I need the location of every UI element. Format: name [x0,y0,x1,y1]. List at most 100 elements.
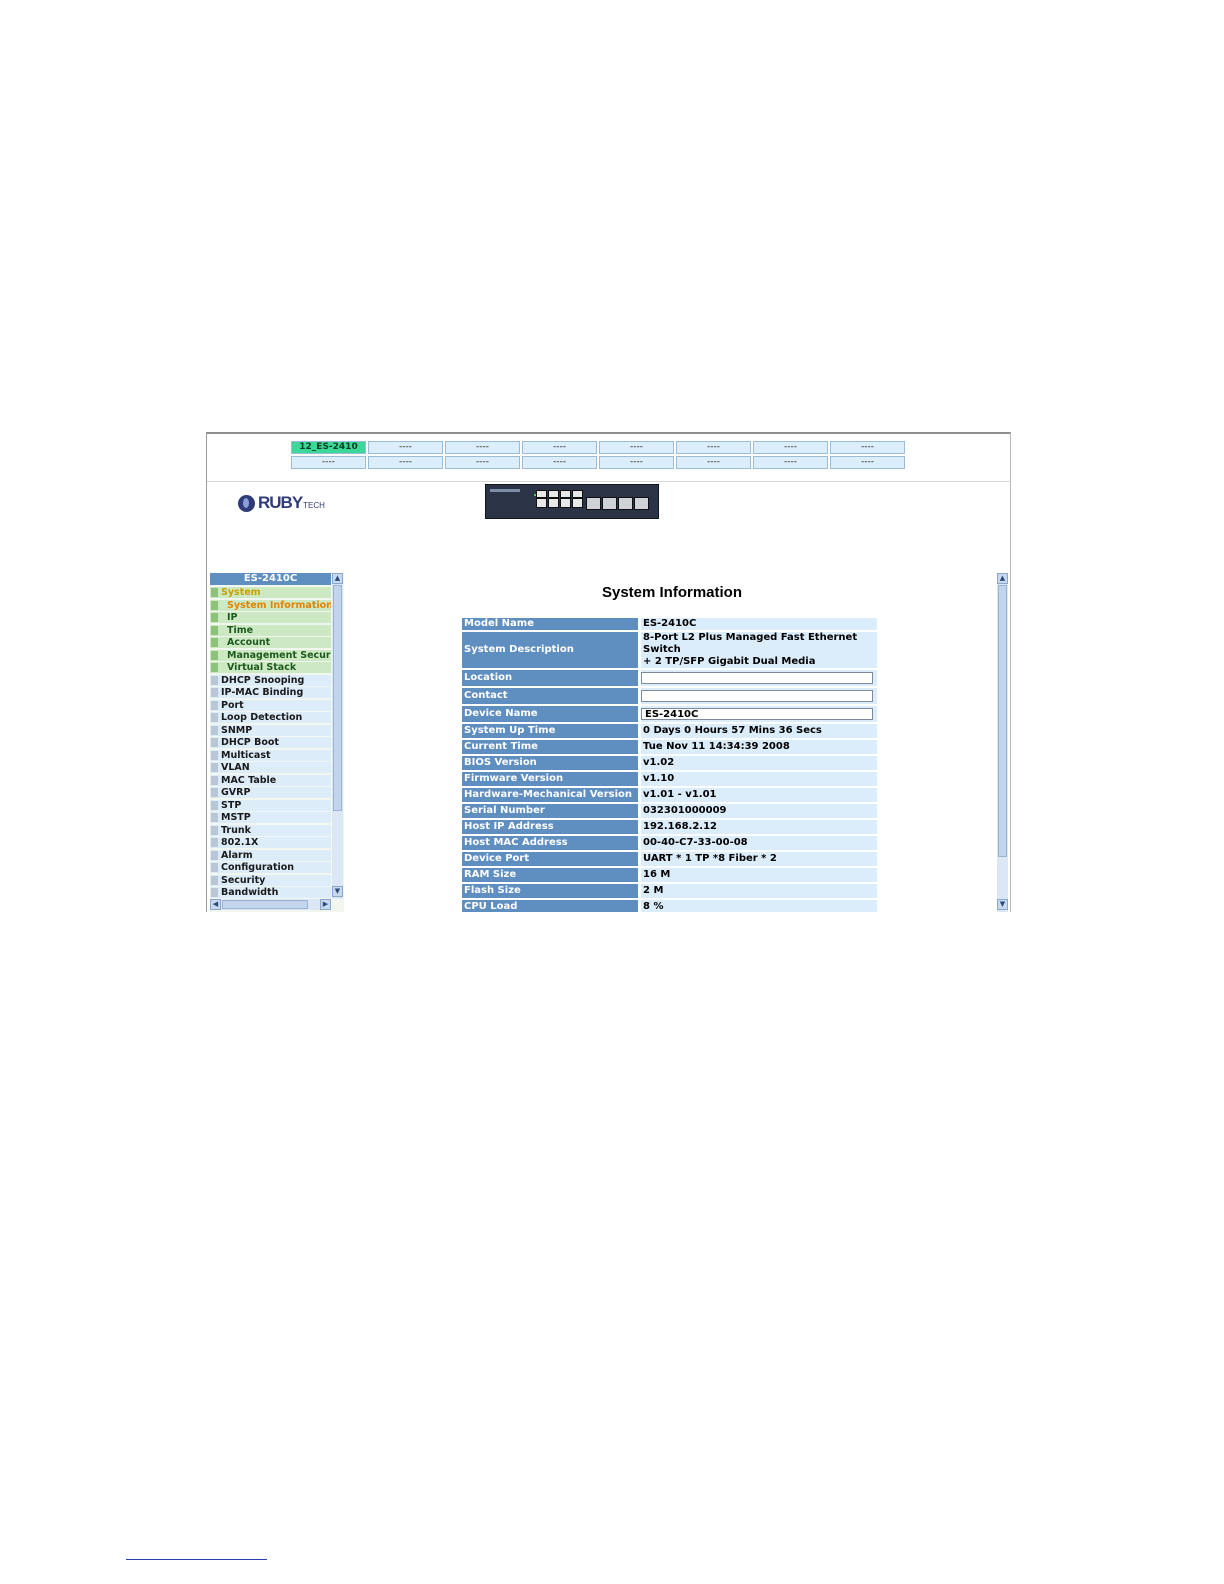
scroll-left-icon[interactable]: ◀ [210,899,221,910]
field-value: v1.10 [641,772,877,786]
sidebar-item-system[interactable]: System [210,587,331,598]
folder-icon [211,863,218,872]
sfp-port-icon[interactable] [586,497,601,510]
sidebar-item-multicast[interactable]: Multicast [210,750,331,761]
sidebar-item-dhcp-boot[interactable]: DHCP Boot [210,737,331,748]
sidebar-item-mac-table[interactable]: MAC Table [210,775,331,786]
port-icon[interactable] [536,498,547,508]
field-label: Current Time [462,740,641,754]
stack-slot[interactable]: ---- [522,456,597,469]
stack-slot[interactable]: ---- [676,456,751,469]
main-vertical-scrollbar[interactable]: ▲ ▼ [997,573,1008,912]
stack-slot[interactable]: ---- [599,456,674,469]
sidebar-item-802-1x[interactable]: 802.1X [210,837,331,848]
system-information-table: Model Name ES-2410C System Description 8-… [462,616,877,912]
sidebar-item-account[interactable]: Account [210,637,331,648]
sidebar-menu: ES-2410C System System Information IP Ti… [210,573,344,912]
sidebar-item-configuration[interactable]: Configuration [210,862,331,873]
page-icon [211,638,218,647]
sidebar-item-ip[interactable]: IP [210,612,331,623]
footnote-separator [126,1559,267,1560]
sidebar-item-stp[interactable]: STP [210,800,331,811]
sidebar-item-gvrp[interactable]: GVRP [210,787,331,798]
port-icon[interactable] [560,498,571,508]
field-label: Model Name [462,618,641,630]
sidebar-item-mstp[interactable]: MSTP [210,812,331,823]
sidebar-item-label: IP-MAC Binding [221,687,304,698]
scroll-down-icon[interactable]: ▼ [997,899,1008,910]
sidebar-horizontal-scrollbar[interactable]: ◀ ▶ [210,899,331,910]
folder-icon [211,763,218,772]
stack-slot[interactable]: ---- [522,441,597,454]
field-label: Flash Size [462,884,641,898]
sidebar-item-vlan[interactable]: VLAN [210,762,331,773]
scrollbar-thumb[interactable] [222,900,308,909]
scrollbar-thumb[interactable] [333,585,342,811]
sidebar-item-loop-detection[interactable]: Loop Detection [210,712,331,723]
sidebar-item-port[interactable]: Port [210,700,331,711]
table-row: CPU Load 8 % [462,900,877,912]
folder-icon [211,838,218,847]
sidebar-item-bandwidth[interactable]: Bandwidth [210,887,331,898]
sidebar-item-label: MAC Table [221,775,277,786]
sfp-port-icon[interactable] [602,497,617,510]
field-label: System Up Time [462,724,641,738]
port-icon[interactable] [560,490,571,498]
field-label: CPU Load [462,900,641,912]
stack-slot[interactable]: ---- [753,456,828,469]
stack-slot[interactable]: ---- [753,441,828,454]
sidebar-item-label: Alarm [221,850,253,861]
scrollbar-thumb[interactable] [998,585,1007,857]
stack-slot[interactable]: ---- [830,456,905,469]
stack-slot[interactable]: ---- [445,456,520,469]
folder-icon [211,788,218,797]
port-icon[interactable] [572,498,583,508]
sidebar-item-snmp[interactable]: SNMP [210,725,331,736]
sidebar-item-time[interactable]: Time [210,625,331,636]
sidebar-vertical-scrollbar[interactable]: ▲ ▼ [332,573,343,899]
scroll-up-icon[interactable]: ▲ [332,573,343,584]
sidebar-item-label: Trunk [221,825,251,836]
scroll-up-icon[interactable]: ▲ [997,573,1008,584]
stack-slot[interactable]: ---- [445,441,520,454]
table-row: Serial Number 032301000009 [462,804,877,818]
sidebar-item-alarm[interactable]: Alarm [210,850,331,861]
scroll-down-icon[interactable]: ▼ [332,886,343,897]
field-value: 8 % [641,900,877,912]
stack-slot[interactable]: ---- [368,456,443,469]
sidebar-item-label: Time [227,625,254,636]
port-icon[interactable] [548,490,559,498]
stack-switch-active[interactable]: 12_ES-2410 [291,441,366,454]
table-row: System Description 8-Port L2 Plus Manage… [462,632,877,668]
sidebar-item-label: Configuration [221,862,295,873]
port-icon[interactable] [572,490,583,498]
port-icon[interactable] [536,490,547,498]
stack-slot[interactable]: ---- [676,441,751,454]
field-value [641,688,877,704]
field-label: Serial Number [462,804,641,818]
sidebar-item-trunk[interactable]: Trunk [210,825,331,836]
sidebar-item-label: MSTP [221,812,251,823]
sidebar-item-system-information[interactable]: System Information [210,600,331,611]
logo-subtext: TECH [303,501,325,510]
port-icon[interactable] [548,498,559,508]
sidebar-item-security[interactable]: Security [210,875,331,886]
stack-slot[interactable]: ---- [291,456,366,469]
stack-slot[interactable]: ---- [830,441,905,454]
sfp-port-icon[interactable] [618,497,633,510]
field-value: 00-40-C7-33-00-08 [641,836,877,850]
sidebar-item-label: Management Security [227,650,331,661]
sfp-port-icon[interactable] [634,497,649,510]
field-label: RAM Size [462,868,641,882]
location-input[interactable] [641,672,873,684]
stack-slot[interactable]: ---- [368,441,443,454]
scroll-right-icon[interactable]: ▶ [320,899,331,910]
device-name-input[interactable] [641,708,873,720]
sidebar-item-virtual-stack[interactable]: Virtual Stack [210,662,331,673]
switch-front-panel-image[interactable] [485,484,659,519]
sidebar-item-dhcp-snooping[interactable]: DHCP Snooping [210,675,331,686]
sidebar-item-management-security[interactable]: Management Security [210,650,331,661]
contact-input[interactable] [641,690,873,702]
sidebar-item-ip-mac-binding[interactable]: IP-MAC Binding [210,687,331,698]
stack-slot[interactable]: ---- [599,441,674,454]
